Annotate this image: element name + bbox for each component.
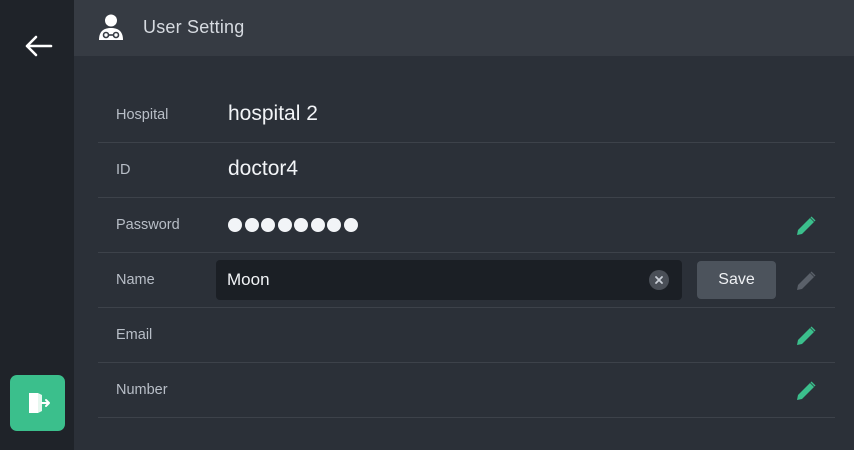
back-button[interactable] bbox=[18, 28, 58, 64]
pencil-icon bbox=[797, 381, 816, 400]
page-title: User Setting bbox=[143, 17, 245, 37]
save-button[interactable]: Save bbox=[697, 261, 776, 299]
number-label: Number bbox=[116, 382, 168, 398]
arrow-left-icon bbox=[25, 35, 53, 57]
id-row: ID doctor4 bbox=[98, 143, 835, 198]
user-doctor-icon bbox=[96, 12, 126, 42]
edit-number-button[interactable] bbox=[792, 377, 820, 405]
header-bar: User Setting bbox=[74, 0, 854, 56]
email-label: Email bbox=[116, 327, 153, 343]
logout-door-icon bbox=[28, 393, 50, 413]
settings-form: Hospital hospital 2 ID doctor4 Password … bbox=[74, 56, 854, 450]
pencil-icon bbox=[797, 326, 816, 345]
hospital-label: Hospital bbox=[116, 107, 169, 123]
edit-name-button[interactable] bbox=[792, 267, 820, 295]
id-label: ID bbox=[116, 162, 131, 178]
id-value: doctor4 bbox=[228, 157, 299, 180]
password-value bbox=[228, 218, 358, 232]
edit-password-button[interactable] bbox=[792, 212, 820, 240]
password-label: Password bbox=[116, 217, 180, 233]
email-row: Email bbox=[98, 308, 835, 363]
clear-icon bbox=[655, 276, 663, 284]
name-label: Name bbox=[116, 272, 155, 288]
clear-name-button[interactable] bbox=[649, 270, 669, 290]
hospital-row: Hospital hospital 2 bbox=[98, 88, 835, 143]
pencil-icon bbox=[797, 216, 816, 235]
edit-email-button[interactable] bbox=[792, 322, 820, 350]
left-rail bbox=[0, 0, 74, 450]
pencil-icon bbox=[797, 271, 816, 290]
number-row: Number bbox=[98, 363, 835, 418]
name-input[interactable] bbox=[227, 270, 627, 290]
hospital-value: hospital 2 bbox=[228, 102, 318, 125]
name-row: Name Save bbox=[98, 253, 835, 308]
logout-button[interactable] bbox=[10, 375, 65, 431]
name-input-wrapper bbox=[216, 260, 682, 300]
password-row: Password bbox=[98, 198, 835, 253]
